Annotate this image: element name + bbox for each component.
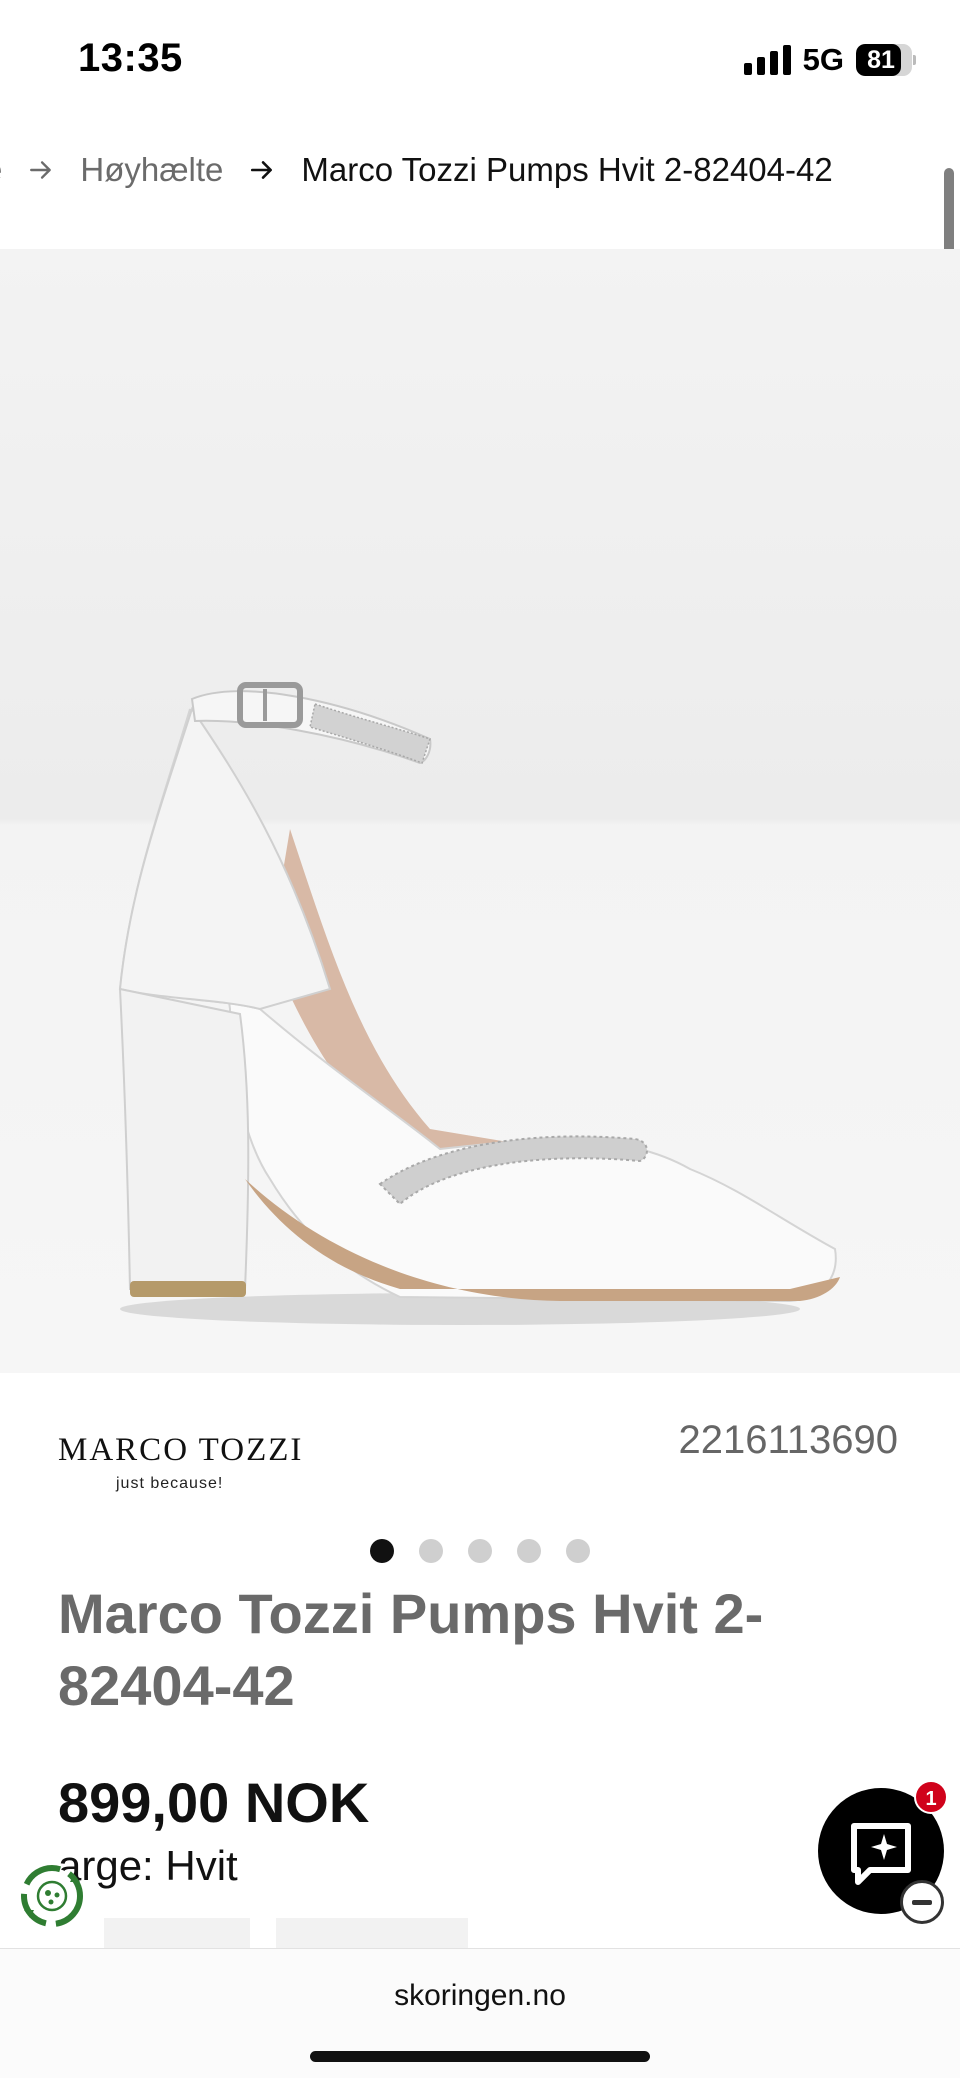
- status-indicators: 5G 81: [743, 40, 916, 80]
- gallery-dot-3[interactable]: [468, 1539, 492, 1563]
- battery-icon: 81: [856, 44, 916, 76]
- arrow-right-icon: [251, 161, 273, 179]
- chat-notification-badge: 1: [914, 1780, 948, 1814]
- breadcrumb-item-parent[interactable]: e: [0, 151, 2, 189]
- gallery-dot-1[interactable]: [370, 1539, 394, 1563]
- recycle-leaf-icon[interactable]: [16, 1860, 88, 1932]
- status-time: 13:35: [78, 36, 183, 80]
- brand-tagline: just because!: [116, 1475, 224, 1492]
- product-sku: 2216113690: [678, 1418, 899, 1462]
- gallery-dot-5[interactable]: [566, 1539, 590, 1563]
- status-bar: 13:35 5G 81: [0, 0, 960, 120]
- minus-circle-icon[interactable]: [900, 1880, 944, 1924]
- brand-name: MARCO TOZZI: [58, 1432, 304, 1468]
- product-title: Marco Tozzi Pumps Hvit 2-82404-42: [58, 1582, 764, 1717]
- brand-logo[interactable]: MARCO TOZZI just because!: [58, 1432, 318, 1493]
- white-block-heel-pump-image: [118, 682, 840, 1325]
- url-text[interactable]: skoringen.no: [0, 1979, 960, 2013]
- product-price: 899,00 NOK: [58, 1771, 370, 1834]
- gallery-pagination: [0, 1539, 960, 1563]
- product-image-gallery[interactable]: [0, 249, 960, 1563]
- breadcrumb-item-current: Marco Tozzi Pumps Hvit 2-82404-42: [301, 151, 833, 188]
- size-option[interactable]: [276, 1918, 468, 1948]
- browser-address-bar[interactable]: skoringen.no: [0, 1948, 960, 2078]
- battery-percent: 81: [867, 46, 895, 74]
- gallery-dot-2[interactable]: [419, 1539, 443, 1563]
- arrow-right-icon: [30, 161, 52, 179]
- network-type: 5G: [802, 42, 844, 77]
- gallery-dot-4[interactable]: [517, 1539, 541, 1563]
- breadcrumb: e Høyhælte Marco Tozzi Pumps Hvit 2-8240…: [0, 140, 833, 200]
- home-indicator[interactable]: [310, 2051, 650, 2062]
- size-option[interactable]: [104, 1918, 250, 1948]
- cellular-signal-icon: [743, 45, 791, 75]
- breadcrumb-item-hoyhaelte[interactable]: Høyhælte: [80, 151, 223, 189]
